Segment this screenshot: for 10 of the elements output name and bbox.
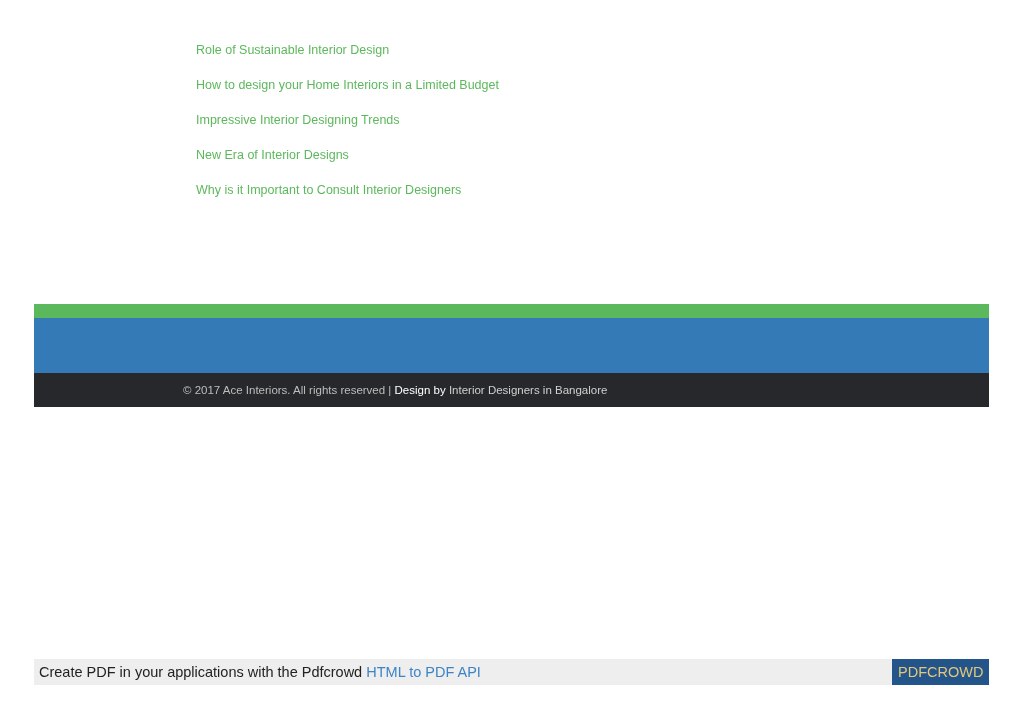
pdfcrowd-button[interactable]: PDFCROWD bbox=[892, 659, 989, 685]
article-link[interactable]: Role of Sustainable Interior Design bbox=[196, 42, 390, 59]
designer-link[interactable]: Interior Designers in Bangalore bbox=[448, 384, 608, 396]
api-link[interactable]: HTML to PDF API bbox=[366, 664, 481, 680]
article-link[interactable]: Impressive Interior Designing Trends bbox=[196, 112, 400, 129]
article-link[interactable]: Why is it Important to Consult Interior Designers bbox=[196, 182, 462, 199]
article-link[interactable]: How to design your Home Interiors in a Limited Budget bbox=[196, 77, 499, 94]
copyright-text: © 2017 Ace Interiors. All rights reserved | Design by Interior Designers in Bangalore bbox=[183, 384, 608, 396]
promo-text: Create PDF in your applications with the Pdfcrowd HTML to PDF API bbox=[38, 663, 482, 682]
article-link[interactable]: New Era of Interior Designs bbox=[196, 147, 349, 164]
